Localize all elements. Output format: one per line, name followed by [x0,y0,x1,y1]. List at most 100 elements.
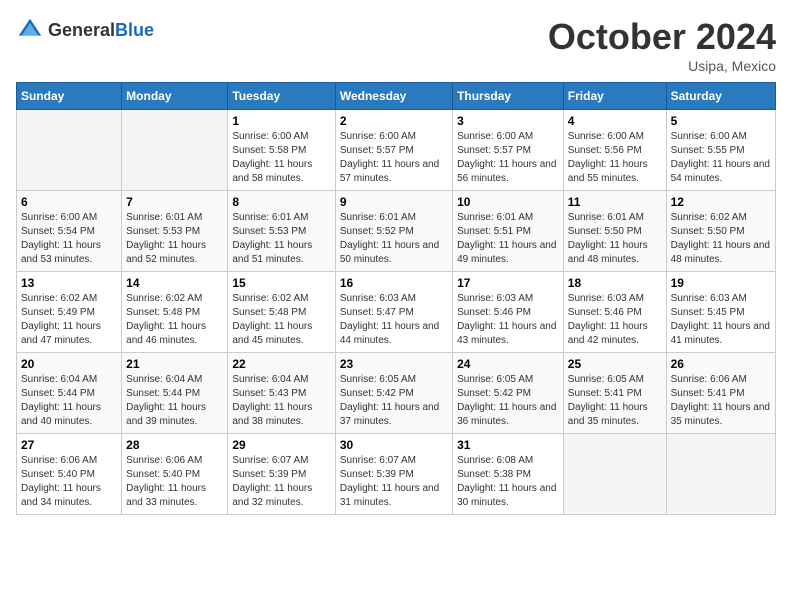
day-number: 26 [671,357,771,371]
day-info: Sunrise: 6:04 AMSunset: 5:43 PMDaylight:… [232,373,330,429]
day-info: Sunrise: 6:02 AMSunset: 5:49 PMDaylight:… [21,292,117,348]
day-number: 19 [671,276,771,290]
calendar-cell: 10 Sunrise: 6:01 AMSunset: 5:51 PMDayligh… [453,191,564,272]
day-number: 15 [232,276,330,290]
day-number: 8 [232,195,330,209]
calendar-cell: 7Sunrise: 6:01 AMSunset: 5:53 PMDaylight… [122,191,228,272]
day-info: Sunrise: 6:01 AMSunset: 5:50 PMDaylight:… [568,211,662,267]
day-number: 24 [457,357,559,371]
day-number: 9 [340,195,448,209]
day-info: Sunrise: 6:05 AMSunset: 5:41 PMDaylight:… [568,373,662,429]
day-info: Sunrise: 6:01 AMSunset: 5:51 PMDaylight:… [457,211,559,267]
day-info: Sunrise: 6:00 AMSunset: 5:57 PMDaylight:… [340,130,448,186]
day-number: 29 [232,438,330,452]
day-info: Sunrise: 6:06 AMSunset: 5:40 PMDaylight:… [21,454,117,510]
day-info: Sunrise: 6:03 AMSunset: 5:46 PMDaylight:… [457,292,559,348]
day-number: 13 [21,276,117,290]
calendar-cell: 14 Sunrise: 6:02 AMSunset: 5:48 PMDayligh… [122,272,228,353]
day-header-tuesday: Tuesday [228,83,335,110]
day-header-saturday: Saturday [666,83,775,110]
day-info: Sunrise: 6:02 AMSunset: 5:50 PMDaylight:… [671,211,771,267]
day-info: Sunrise: 6:00 AMSunset: 5:58 PMDaylight:… [232,130,330,186]
month-title: October 2024 [548,16,776,58]
calendar-week-5: 27Sunrise: 6:06 AMSunset: 5:40 PMDayligh… [17,434,776,515]
day-number: 30 [340,438,448,452]
day-number: 14 [126,276,223,290]
day-info: Sunrise: 6:06 AMSunset: 5:41 PMDaylight:… [671,373,771,429]
calendar-week-1: 1 Sunrise: 6:00 AMSunset: 5:58 PMDaylight… [17,110,776,191]
day-header-friday: Friday [563,83,666,110]
calendar-cell: 22 Sunrise: 6:04 AMSunset: 5:43 PMDayligh… [228,353,335,434]
day-number: 10 [457,195,559,209]
day-number: 11 [568,195,662,209]
calendar-table: SundayMondayTuesdayWednesdayThursdayFrid… [16,82,776,515]
calendar-cell: 2Sunrise: 6:00 AMSunset: 5:57 PMDaylight… [335,110,452,191]
day-info: Sunrise: 6:01 AMSunset: 5:53 PMDaylight:… [232,211,330,267]
calendar-cell: 13 Sunrise: 6:02 AMSunset: 5:49 PMDayligh… [17,272,122,353]
calendar-cell: 23 Sunrise: 6:05 AMSunset: 5:42 PMDayligh… [335,353,452,434]
day-info: Sunrise: 6:05 AMSunset: 5:42 PMDaylight:… [457,373,559,429]
day-number: 12 [671,195,771,209]
calendar-cell: 1 Sunrise: 6:00 AMSunset: 5:58 PMDaylight… [228,110,335,191]
calendar-cell: 12 Sunrise: 6:02 AMSunset: 5:50 PMDayligh… [666,191,775,272]
calendar-cell: 28Sunrise: 6:06 AMSunset: 5:40 PMDayligh… [122,434,228,515]
day-info: Sunrise: 6:05 AMSunset: 5:42 PMDaylight:… [340,373,448,429]
calendar-cell: 18 Sunrise: 6:03 AMSunset: 5:46 PMDayligh… [563,272,666,353]
calendar-cell: 16 Sunrise: 6:03 AMSunset: 5:47 PMDayligh… [335,272,452,353]
day-number: 3 [457,114,559,128]
day-info: Sunrise: 6:04 AMSunset: 5:44 PMDaylight:… [126,373,223,429]
day-info: Sunrise: 6:07 AMSunset: 5:39 PMDaylight:… [232,454,330,510]
day-info: Sunrise: 6:01 AMSunset: 5:53 PMDaylight:… [126,211,223,267]
page-header: GeneralBlue October 2024 Usipa, Mexico [16,16,776,74]
day-info: Sunrise: 6:08 AMSunset: 5:38 PMDaylight:… [457,454,559,510]
day-number: 18 [568,276,662,290]
day-info: Sunrise: 6:03 AMSunset: 5:46 PMDaylight:… [568,292,662,348]
day-number: 1 [232,114,330,128]
calendar-cell: 21 Sunrise: 6:04 AMSunset: 5:44 PMDayligh… [122,353,228,434]
calendar-cell: 6Sunrise: 6:00 AMSunset: 5:54 PMDaylight… [17,191,122,272]
calendar-cell: 19Sunrise: 6:03 AMSunset: 5:45 PMDayligh… [666,272,775,353]
title-block: October 2024 Usipa, Mexico [548,16,776,74]
day-number: 16 [340,276,448,290]
logo-general-text: General [48,20,115,40]
day-info: Sunrise: 6:07 AMSunset: 5:39 PMDaylight:… [340,454,448,510]
day-info: Sunrise: 6:02 AMSunset: 5:48 PMDaylight:… [126,292,223,348]
day-number: 25 [568,357,662,371]
day-number: 4 [568,114,662,128]
day-info: Sunrise: 6:03 AMSunset: 5:47 PMDaylight:… [340,292,448,348]
location-subtitle: Usipa, Mexico [548,58,776,74]
day-info: Sunrise: 6:00 AMSunset: 5:57 PMDaylight:… [457,130,559,186]
calendar-cell [666,434,775,515]
day-info: Sunrise: 6:04 AMSunset: 5:44 PMDaylight:… [21,373,117,429]
calendar-cell: 4Sunrise: 6:00 AMSunset: 5:56 PMDaylight… [563,110,666,191]
calendar-cell: 11 Sunrise: 6:01 AMSunset: 5:50 PMDayligh… [563,191,666,272]
day-header-wednesday: Wednesday [335,83,452,110]
calendar-week-4: 20 Sunrise: 6:04 AMSunset: 5:44 PMDayligh… [17,353,776,434]
calendar-cell: 20 Sunrise: 6:04 AMSunset: 5:44 PMDayligh… [17,353,122,434]
day-number: 22 [232,357,330,371]
calendar-cell: 24 Sunrise: 6:05 AMSunset: 5:42 PMDayligh… [453,353,564,434]
day-number: 21 [126,357,223,371]
day-number: 5 [671,114,771,128]
calendar-cell [122,110,228,191]
day-info: Sunrise: 6:01 AMSunset: 5:52 PMDaylight:… [340,211,448,267]
day-number: 17 [457,276,559,290]
calendar-cell: 25 Sunrise: 6:05 AMSunset: 5:41 PMDayligh… [563,353,666,434]
day-header-thursday: Thursday [453,83,564,110]
day-number: 20 [21,357,117,371]
calendar-cell [563,434,666,515]
calendar-cell [17,110,122,191]
calendar-cell: 15 Sunrise: 6:02 AMSunset: 5:48 PMDayligh… [228,272,335,353]
calendar-cell: 5Sunrise: 6:00 AMSunset: 5:55 PMDaylight… [666,110,775,191]
day-number: 31 [457,438,559,452]
day-info: Sunrise: 6:02 AMSunset: 5:48 PMDaylight:… [232,292,330,348]
calendar-header-row: SundayMondayTuesdayWednesdayThursdayFrid… [17,83,776,110]
calendar-week-2: 6Sunrise: 6:00 AMSunset: 5:54 PMDaylight… [17,191,776,272]
calendar-cell: 17 Sunrise: 6:03 AMSunset: 5:46 PMDayligh… [453,272,564,353]
day-header-monday: Monday [122,83,228,110]
day-info: Sunrise: 6:00 AMSunset: 5:54 PMDaylight:… [21,211,117,267]
day-info: Sunrise: 6:06 AMSunset: 5:40 PMDaylight:… [126,454,223,510]
day-number: 23 [340,357,448,371]
calendar-cell: 31 Sunrise: 6:08 AMSunset: 5:38 PMDayligh… [453,434,564,515]
calendar-cell: 8 Sunrise: 6:01 AMSunset: 5:53 PMDaylight… [228,191,335,272]
